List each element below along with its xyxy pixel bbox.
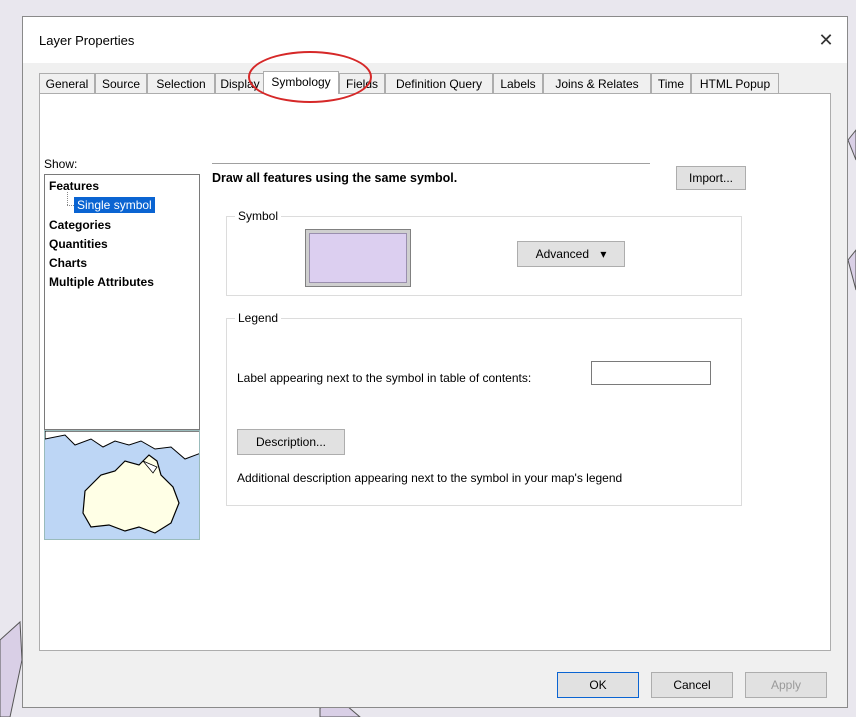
dialog-title: Layer Properties xyxy=(39,33,135,48)
tab-labels[interactable]: Labels xyxy=(493,73,543,93)
cancel-button[interactable]: Cancel xyxy=(651,672,733,698)
legend-label-input[interactable] xyxy=(591,361,711,385)
tree-item-single-symbol[interactable]: Single symbol xyxy=(74,197,155,213)
symbol-group: Symbol Advanced ▾ xyxy=(226,209,742,296)
apply-button[interactable]: Apply xyxy=(745,672,827,698)
tab-time[interactable]: Time xyxy=(651,73,691,93)
layer-properties-dialog: Layer Properties ✕ General Source Select… xyxy=(22,16,848,708)
tree-item-quantities[interactable]: Quantities xyxy=(49,237,108,251)
tree-connector xyxy=(67,205,74,206)
tab-general[interactable]: General xyxy=(39,73,95,93)
tree-item-features[interactable]: Features xyxy=(49,179,99,193)
renderer-tree: Features Single symbol Categories Quanti… xyxy=(44,174,200,430)
import-button[interactable]: Import... xyxy=(676,166,746,190)
show-label: Show: xyxy=(44,157,78,171)
tab-html-popup[interactable]: HTML Popup xyxy=(691,73,779,93)
advanced-label: Advanced xyxy=(535,247,589,261)
tree-item-multiple-attributes[interactable]: Multiple Attributes xyxy=(49,275,154,289)
legend-group: Legend Label appearing next to the symbo… xyxy=(226,311,742,506)
tree-item-categories[interactable]: Categories xyxy=(49,218,111,232)
symbol-group-title: Symbol xyxy=(235,209,282,223)
legend-label-prompt: Label appearing next to the symbol in ta… xyxy=(237,371,532,385)
symbology-panel: Show: Features Single symbol Categories … xyxy=(39,93,831,651)
symbol-swatch-button[interactable] xyxy=(305,229,411,287)
australia-map-thumbnail xyxy=(44,430,200,540)
description-button[interactable]: Description... xyxy=(237,429,345,455)
tab-selection[interactable]: Selection xyxy=(147,73,215,93)
legend-group-title: Legend xyxy=(235,311,282,325)
tab-fields[interactable]: Fields xyxy=(339,73,385,93)
advanced-button[interactable]: Advanced ▾ xyxy=(517,241,625,267)
symbol-swatch xyxy=(309,233,407,283)
tree-connector xyxy=(67,192,68,205)
close-icon[interactable]: ✕ xyxy=(815,29,837,51)
chevron-down-icon: ▾ xyxy=(600,247,607,261)
renderer-description: Draw all features using the same symbol. xyxy=(212,163,650,190)
ok-button[interactable]: OK xyxy=(557,672,639,698)
tree-item-charts[interactable]: Charts xyxy=(49,256,87,270)
renderer-description-text: Draw all features using the same symbol. xyxy=(212,171,458,185)
tab-source[interactable]: Source xyxy=(95,73,147,93)
tab-display[interactable]: Display xyxy=(215,73,265,93)
tab-symbology[interactable]: Symbology xyxy=(263,71,339,94)
tab-joins-relates[interactable]: Joins & Relates xyxy=(543,73,651,93)
legend-description-note: Additional description appearing next to… xyxy=(237,471,623,485)
title-bar: Layer Properties ✕ xyxy=(23,17,847,63)
tab-definition-query[interactable]: Definition Query xyxy=(385,73,493,93)
